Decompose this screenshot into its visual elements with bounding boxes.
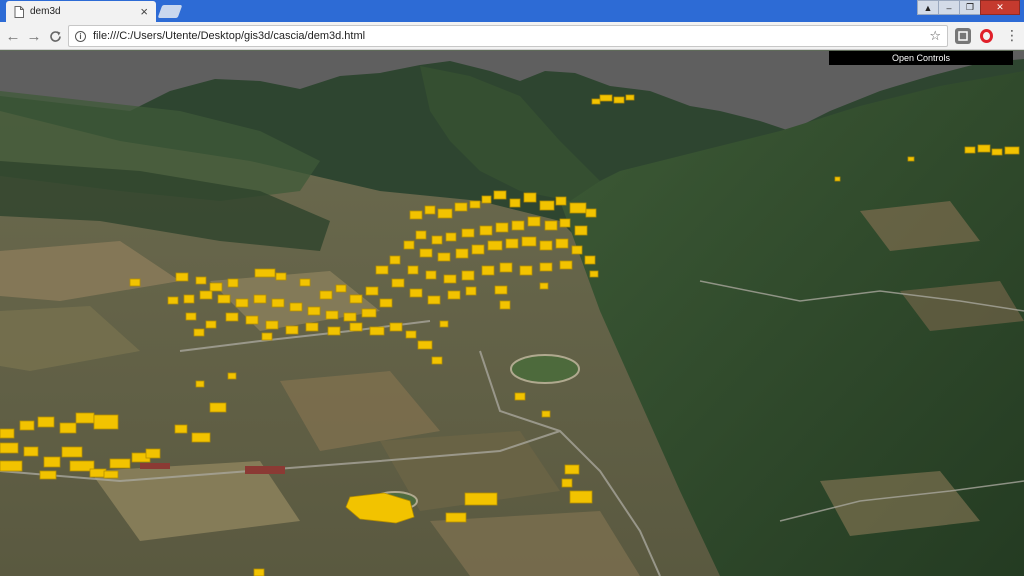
- back-button[interactable]: ←: [4, 27, 22, 45]
- restore-button[interactable]: ❐: [959, 0, 981, 15]
- tab-close-icon[interactable]: ×: [140, 5, 148, 18]
- forward-button[interactable]: →: [25, 27, 43, 45]
- profile-icon[interactable]: ▲: [917, 0, 939, 15]
- more-menu-icon[interactable]: ⋮: [1005, 28, 1019, 42]
- sports-track: [510, 354, 580, 384]
- minimize-button[interactable]: –: [938, 0, 960, 15]
- tab-dem3d[interactable]: dem3d ×: [6, 1, 156, 22]
- page-icon: [14, 5, 24, 18]
- map-3d-viewport[interactable]: [0, 51, 1024, 576]
- opera-logo-icon: [979, 29, 993, 43]
- bookmark-star-icon[interactable]: ☆: [929, 28, 941, 44]
- window-controls: ▲ – ❐ ✕: [917, 0, 1020, 16]
- info-icon[interactable]: i: [75, 30, 86, 42]
- tab-title: dem3d: [30, 6, 61, 17]
- close-window-button[interactable]: ✕: [980, 0, 1020, 15]
- browser-toolbar: ← → i file:///C:/Users/Utente/Desktop/gi…: [0, 22, 1024, 50]
- new-tab-button[interactable]: [157, 5, 183, 18]
- extension-glyph-icon: [958, 31, 968, 41]
- red-roof-2: [140, 463, 170, 469]
- reload-icon: [49, 30, 61, 42]
- open-controls-button[interactable]: Open Controls: [829, 51, 1013, 65]
- opera-extension-icon[interactable]: [978, 28, 994, 44]
- url-text[interactable]: file:///C:/Users/Utente/Desktop/gis3d/ca…: [93, 30, 929, 42]
- extension-icon[interactable]: [955, 28, 971, 44]
- terrain-scene[interactable]: [0, 51, 1024, 576]
- red-roof: [245, 466, 285, 474]
- reload-button[interactable]: [46, 27, 64, 45]
- address-bar[interactable]: i file:///C:/Users/Utente/Desktop/gis3d/…: [68, 25, 948, 47]
- window-titlebar: dem3d × ▲ – ❐ ✕: [0, 0, 1024, 22]
